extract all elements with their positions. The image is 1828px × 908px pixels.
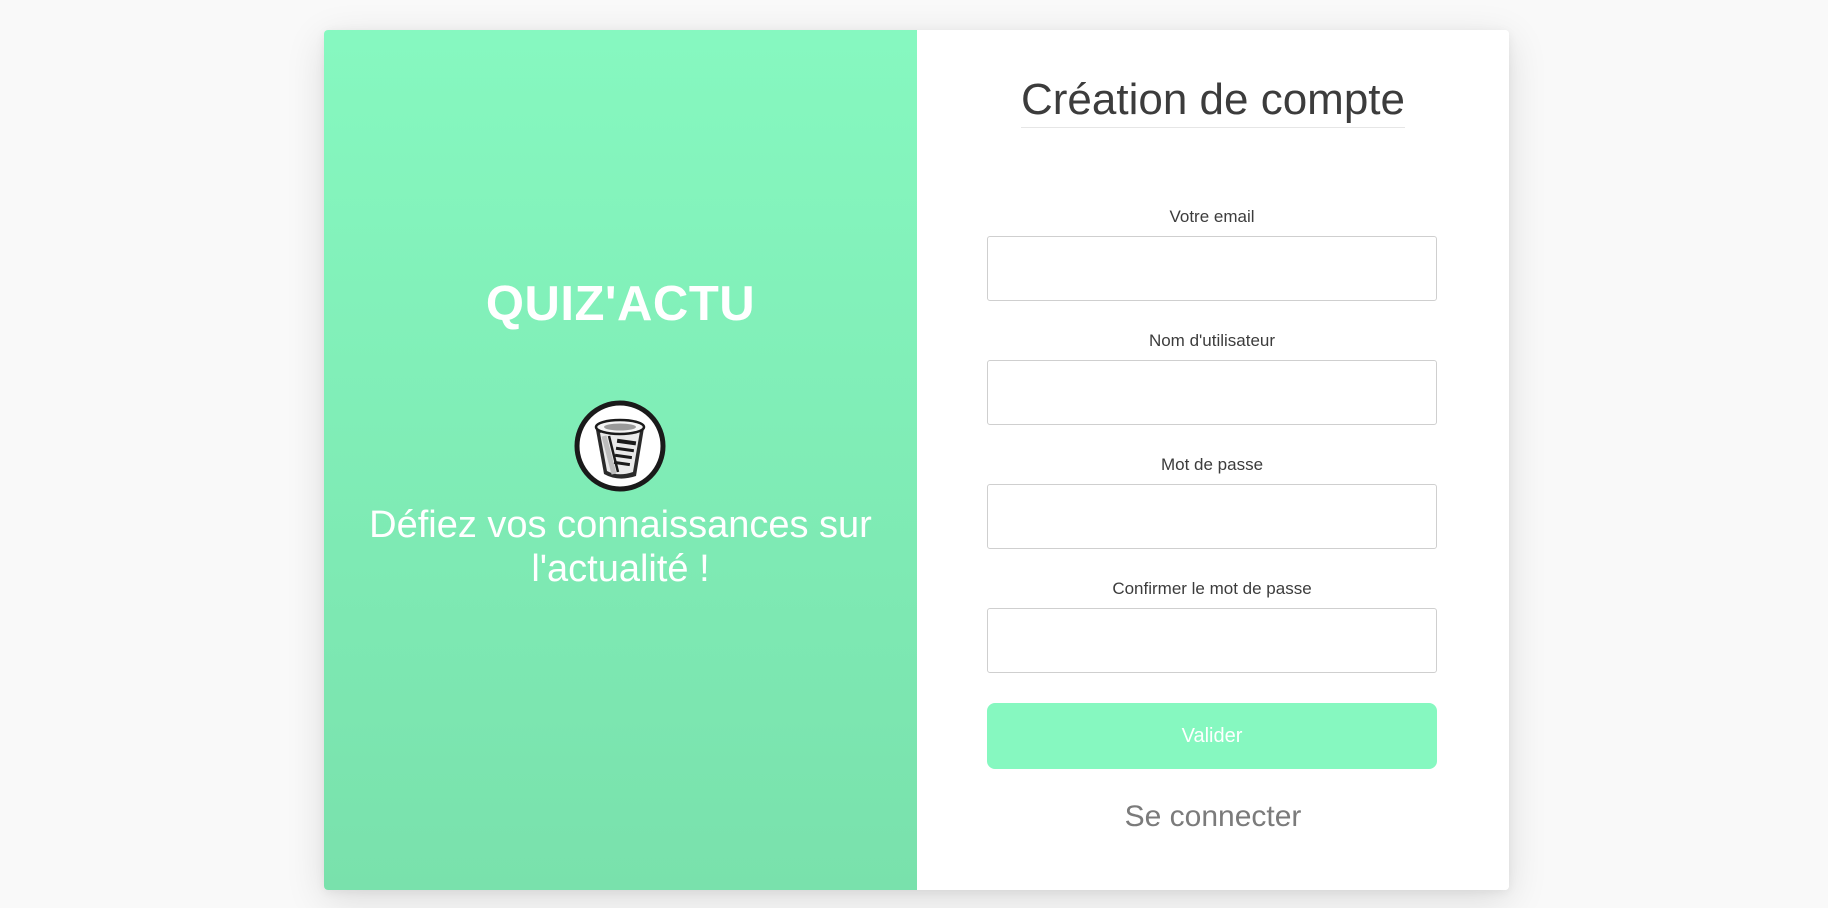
email-field[interactable] [987, 236, 1437, 301]
username-label: Nom d'utilisateur [1148, 331, 1276, 350]
submit-button[interactable]: Valider [987, 703, 1437, 769]
login-link[interactable]: Se connecter [917, 800, 1509, 834]
page-title-text: Création de compte [1021, 74, 1405, 128]
confirm-password-field[interactable] [987, 608, 1437, 673]
username-field[interactable] [987, 360, 1437, 425]
email-label: Votre email [1169, 207, 1255, 226]
form-panel: Création de compte Votre email Nom d'uti… [917, 30, 1509, 890]
confirm-password-label: Confirmer le mot de passe [1112, 579, 1312, 598]
brand-title: QUIZ'ACTU [485, 277, 756, 331]
password-label: Mot de passe [1160, 455, 1264, 474]
password-field[interactable] [987, 484, 1437, 549]
branding-panel: QUIZ'ACTU Défiez vos connaissances sur l… [324, 30, 917, 890]
tagline: Défiez vos connaissances sur l'actualité… [369, 504, 872, 590]
newspaper-icon [574, 400, 666, 492]
signup-card: QUIZ'ACTU Défiez vos connaissances sur l… [324, 30, 1509, 890]
signup-form: Votre email Nom d'utilisateur Mot de pas… [987, 198, 1437, 694]
page-title: Création de compte [917, 74, 1509, 128]
